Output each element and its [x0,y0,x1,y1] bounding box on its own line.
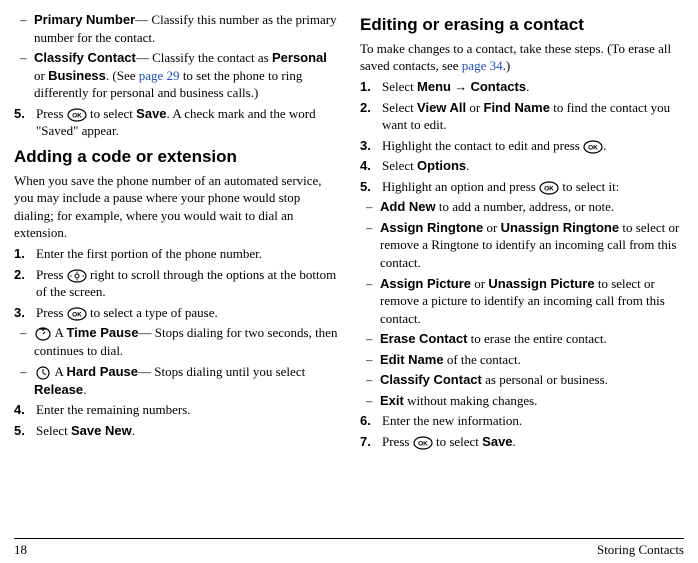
sublist-item: – Primary Number— Classify this number a… [20,11,338,46]
pre-sublist: – Primary Number— Classify this number a… [14,11,338,102]
time-pause-icon [34,326,52,342]
nav-icon [67,269,87,283]
option-sublist: –Add New to add a number, address, or no… [360,198,684,409]
step-list: 1. Select Menu → Contacts. 2. Select Vie… [360,78,684,195]
ok-icon [67,307,87,321]
step-list: 1. Enter the first portion of the phone … [14,245,338,321]
ok-icon [583,140,603,154]
page-link[interactable]: page 29 [139,68,180,83]
section-heading: Adding a code or extension [14,146,338,169]
list-item: 3. Press to select a type of pause. [14,304,338,322]
list-item: 2. Select View All or Find Name to find … [360,99,684,134]
list-item: 7. Press to select Save. [360,433,684,451]
ok-icon [539,181,559,195]
sublist-item: –Erase Contact to erase the entire conta… [366,330,684,348]
page-columns: – Primary Number— Classify this number a… [14,8,684,453]
page-link[interactable]: page 34 [462,58,503,73]
body-paragraph: When you save the phone number of an aut… [14,172,338,242]
sublist-item: –Classify Contact as personal or busines… [366,371,684,389]
body-paragraph: To make changes to a contact, take these… [360,40,684,75]
ok-icon [413,436,433,450]
right-column: Editing or erasing a contact To make cha… [360,8,684,453]
ok-icon [67,108,87,122]
sublist-item: –Assign Ringtone or Unassign Ringtone to… [366,219,684,272]
section-heading: Editing or erasing a contact [360,14,684,37]
option-label: Classify Contact [34,50,136,65]
left-column: – Primary Number— Classify this number a… [14,8,338,453]
list-item: 1. Enter the first portion of the phone … [14,245,338,263]
list-item: 6. Enter the new information. [360,412,684,430]
step-list: 5. Press to select Save. A check mark an… [14,105,338,140]
list-item: 1. Select Menu → Contacts. [360,78,684,96]
option-label: Primary Number [34,12,135,27]
list-item: 4. Enter the remaining numbers. [14,401,338,419]
pause-sublist: – A Time Pause— Stops dialing for two se… [14,324,338,398]
sublist-item: –Edit Name of the contact. [366,351,684,369]
sublist-item: –Assign Picture or Unassign Picture to s… [366,275,684,328]
sublist-item: – A Time Pause— Stops dialing for two se… [20,324,338,360]
section-title: Storing Contacts [597,541,684,559]
sublist-item: – A Hard Pause— Stops dialing until you … [20,363,338,399]
sublist-item: –Exit without making changes. [366,392,684,410]
step-list: 6. Enter the new information. 7. Press t… [360,412,684,450]
list-item: 4. Select Options. [360,157,684,175]
list-item: 5. Highlight an option and press to sele… [360,178,684,196]
sublist-item: –Add New to add a number, address, or no… [366,198,684,216]
page-number: 18 [14,541,27,559]
list-item: 2. Press right to scroll through the opt… [14,266,338,301]
list-item: 5. Select Save New. [14,422,338,440]
step-list: 4. Enter the remaining numbers. 5. Selec… [14,401,338,439]
list-item: 3. Highlight the contact to edit and pre… [360,137,684,155]
sublist-item: – Classify Contact— Classify the contact… [20,49,338,102]
hard-pause-icon [34,365,52,381]
page-footer: 18 Storing Contacts [14,538,684,559]
list-item: 5. Press to select Save. A check mark an… [14,105,338,140]
